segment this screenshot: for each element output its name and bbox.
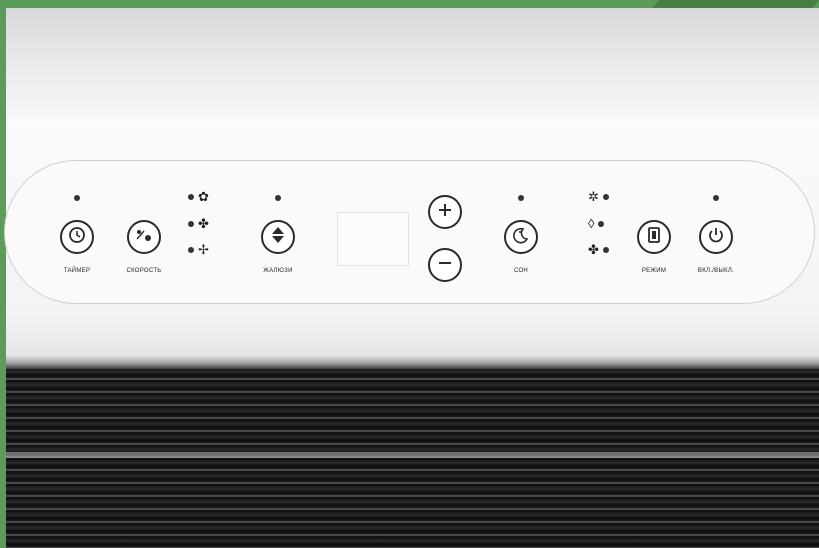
plus-icon bbox=[437, 202, 453, 223]
up-down-arrow-icon bbox=[270, 226, 286, 249]
control-strip bbox=[4, 160, 815, 304]
mode-button[interactable] bbox=[637, 220, 671, 254]
louvers-button[interactable] bbox=[261, 220, 295, 254]
timer-button[interactable] bbox=[60, 220, 94, 254]
fan-high-icon: ✿ bbox=[198, 189, 209, 204]
dry-icon: ◊ bbox=[588, 216, 595, 231]
speed-medium-indicator: ✤ bbox=[188, 217, 209, 231]
unit-top-housing bbox=[6, 8, 819, 118]
panel-bevel bbox=[6, 355, 819, 369]
fan-medium-icon: ✤ bbox=[198, 216, 209, 231]
mode-label: РЕЖИМ bbox=[641, 268, 667, 274]
power-icon bbox=[707, 226, 725, 249]
fan-speed-icon bbox=[134, 227, 154, 248]
mode-icon bbox=[647, 226, 661, 248]
fan-low-icon: ✢ bbox=[198, 242, 209, 257]
power-label: ВКЛ./ВЫКЛ. bbox=[697, 268, 735, 274]
speed-high-led bbox=[188, 194, 194, 200]
cool-mode-indicator: ✲ bbox=[588, 190, 609, 204]
cool-led bbox=[602, 194, 609, 200]
sleep-label: СОН bbox=[513, 268, 529, 274]
louvers-label: ЖАЛЮЗИ bbox=[263, 268, 293, 274]
clock-icon bbox=[68, 226, 86, 249]
air-grille bbox=[6, 369, 819, 548]
timer-led bbox=[74, 195, 80, 201]
air-conditioner-photo: ТАЙМЕР СКОРОСТЬ ✿ ✤ ✢ ЖАЛЮЗИ СОН ✲ ◊ ✤ Р… bbox=[0, 0, 819, 548]
cool-icon: ✲ bbox=[588, 189, 599, 204]
louvers-led bbox=[275, 195, 281, 201]
speed-high-indicator: ✿ bbox=[188, 190, 209, 204]
temp-up-button[interactable] bbox=[428, 195, 462, 229]
sleep-led bbox=[518, 195, 524, 201]
power-led bbox=[713, 195, 719, 201]
moon-icon bbox=[512, 226, 530, 249]
speed-button[interactable] bbox=[127, 220, 161, 254]
sleep-button[interactable] bbox=[504, 220, 538, 254]
speed-medium-led bbox=[188, 221, 194, 227]
speed-low-led bbox=[188, 247, 194, 253]
dry-mode-indicator: ◊ bbox=[588, 216, 605, 231]
grille-highlight bbox=[6, 452, 819, 458]
temp-down-button[interactable] bbox=[428, 248, 462, 282]
fan-led bbox=[602, 247, 609, 253]
speed-low-indicator: ✢ bbox=[188, 243, 209, 257]
minus-icon bbox=[437, 255, 453, 276]
fan-icon: ✤ bbox=[588, 242, 599, 257]
dry-led bbox=[598, 221, 605, 227]
fan-mode-indicator: ✤ bbox=[588, 243, 609, 257]
power-button[interactable] bbox=[699, 220, 733, 254]
temperature-display bbox=[337, 212, 409, 266]
timer-label: ТАЙМЕР bbox=[63, 268, 91, 274]
speed-label: СКОРОСТЬ bbox=[126, 268, 162, 274]
